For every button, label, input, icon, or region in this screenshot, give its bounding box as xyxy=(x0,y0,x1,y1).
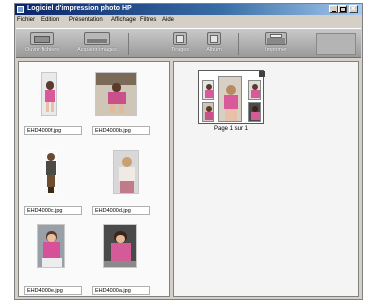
thumbnail-filename: EHD4000d.jpg xyxy=(92,206,150,215)
photo-thumbnail[interactable] xyxy=(37,224,65,268)
prints-icon xyxy=(173,32,187,45)
thumbnail-pane[interactable]: EHD4000f.jpg EHD4000b.jpg EHD4000c.jpg E… xyxy=(18,61,170,297)
open-folder-icon xyxy=(30,32,54,45)
photo-thumbnail[interactable] xyxy=(103,224,137,268)
menu-affichage[interactable]: Affichage xyxy=(111,17,136,23)
photo-thumbnail[interactable] xyxy=(41,72,57,116)
page-preview[interactable] xyxy=(198,70,265,124)
thumbnail-filename: EHD4000a.jpg xyxy=(92,286,150,295)
printer-icon xyxy=(265,32,287,45)
acquire-images-button[interactable]: Acquérir images xyxy=(68,31,126,57)
prints-label: Tirages xyxy=(170,47,190,53)
thumbnail-filename: EHD4000c.jpg xyxy=(24,206,82,215)
menu-presentation[interactable]: Présentation xyxy=(69,17,103,23)
thumbnail-filename: EHD4000f.jpg xyxy=(24,126,82,135)
print-label: Imprimer xyxy=(265,47,287,53)
toolbar-separator xyxy=(128,33,129,55)
acquire-images-label: Acquérir images xyxy=(77,47,117,53)
page-photo xyxy=(202,80,214,100)
open-files-button[interactable]: Ouvrir fichiers xyxy=(18,31,66,57)
page-photo xyxy=(202,102,214,122)
page-count-label: Page 1 sur 1 xyxy=(213,126,249,132)
thumbnail-filename: EHD4000e.jpg xyxy=(24,286,82,295)
print-button[interactable]: Imprimer xyxy=(256,31,296,57)
menu-edition[interactable]: Edition xyxy=(41,17,59,23)
maximize-button[interactable] xyxy=(338,5,347,13)
menu-fichier[interactable]: Fichier xyxy=(17,17,35,23)
album-button[interactable]: Album xyxy=(200,31,228,57)
album-label: Album xyxy=(206,47,222,53)
page-photo xyxy=(218,76,242,122)
page-preview-pane[interactable]: Page 1 sur 1 xyxy=(173,61,359,297)
window-title: Logiciel d'impression photo HP xyxy=(27,5,132,12)
photo-thumbnail[interactable] xyxy=(43,150,57,194)
prints-button[interactable]: Tirages xyxy=(166,31,194,57)
app-window: Logiciel d'impression photo HP × Fichier… xyxy=(14,3,363,300)
app-icon xyxy=(17,6,24,13)
menu-bar: Fichier Edition Présentation Affichage F… xyxy=(15,16,362,26)
toolbar-separator xyxy=(238,33,239,55)
page-corner-fold xyxy=(259,71,265,77)
open-files-label: Ouvrir fichiers xyxy=(25,47,59,53)
thumbnail-filename: EHD4000b.jpg xyxy=(92,126,150,135)
menu-aide[interactable]: Aide xyxy=(162,17,174,23)
toolbar-empty-slot xyxy=(316,33,356,55)
page-photo xyxy=(248,102,261,122)
close-icon: × xyxy=(351,4,356,13)
close-button[interactable]: × xyxy=(349,4,358,13)
toolbar: Ouvrir fichiers Acquérir images Tirages … xyxy=(16,28,361,58)
scanner-icon xyxy=(84,32,110,45)
title-bar[interactable]: Logiciel d'impression photo HP × xyxy=(15,4,362,15)
minimize-button[interactable] xyxy=(329,5,338,13)
menu-filtres[interactable]: Filtres xyxy=(140,17,156,23)
photo-thumbnail[interactable] xyxy=(113,150,139,194)
page-photo xyxy=(248,80,261,100)
album-icon xyxy=(207,32,221,45)
photo-thumbnail[interactable] xyxy=(95,72,137,116)
